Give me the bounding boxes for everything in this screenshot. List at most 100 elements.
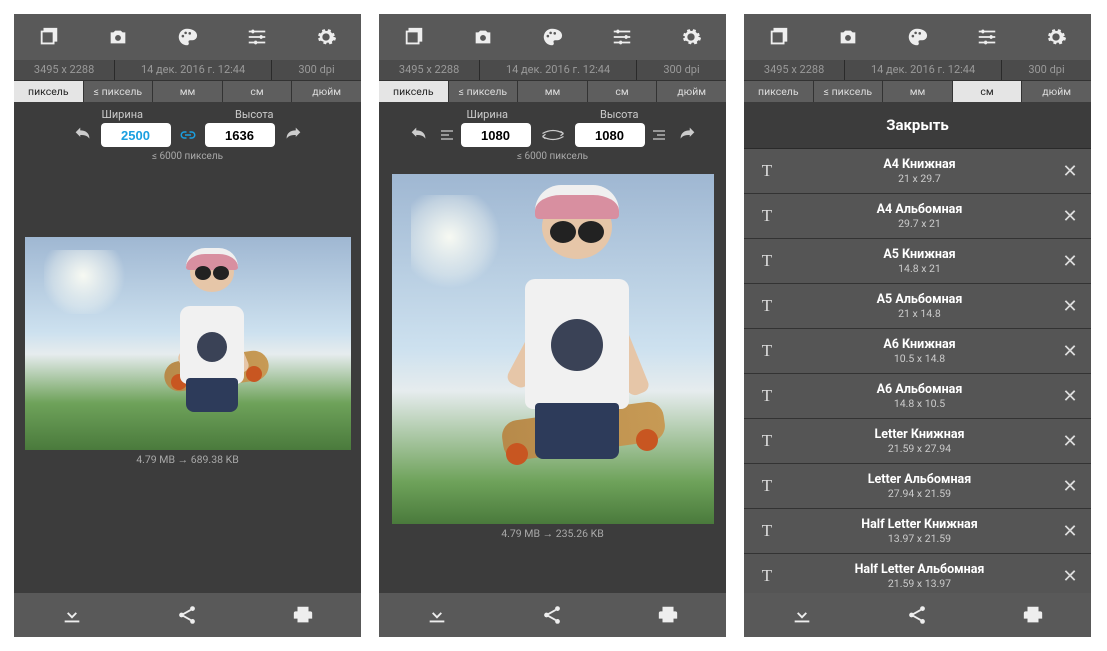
meta-dpi[interactable]: 300 dpi — [1002, 60, 1091, 80]
screen-resize-proportional: 3495 x 2288 14 дек. 2016 г. 12:44 300 dp… — [14, 14, 361, 637]
meta-dpi[interactable]: 300 dpi — [637, 60, 726, 80]
list-item[interactable]: TA6 Альбомная14.8 x 10.5✕ — [744, 374, 1091, 419]
share-icon[interactable] — [906, 604, 928, 626]
height-label: Высота — [600, 108, 639, 121]
redo-button[interactable] — [673, 123, 701, 147]
download-icon[interactable] — [426, 604, 448, 626]
print-icon[interactable] — [292, 604, 314, 626]
text-icon: T — [752, 206, 782, 226]
unit-tab-inch[interactable]: дюйм — [292, 80, 361, 102]
remove-icon[interactable]: ✕ — [1057, 251, 1083, 272]
align-right-icon[interactable] — [649, 125, 669, 145]
camera-icon[interactable] — [107, 26, 129, 48]
unit-tabs: пиксель ≤ пиксель мм см дюйм — [744, 80, 1091, 102]
sliders-icon[interactable] — [246, 26, 268, 48]
unit-tab-maxpixel[interactable]: ≤ пиксель — [449, 80, 519, 102]
redo-button[interactable] — [279, 123, 307, 147]
meta-date[interactable]: 14 дек. 2016 г. 12:44 — [480, 60, 637, 80]
remove-icon[interactable]: ✕ — [1057, 566, 1083, 587]
unit-tab-inch[interactable]: дюйм — [1022, 80, 1091, 102]
palette-icon[interactable] — [176, 26, 198, 48]
preview-image — [25, 237, 351, 450]
size-info: 4.79 MB → 689.38 KB — [136, 453, 239, 466]
gear-icon[interactable] — [315, 26, 337, 48]
topbar — [14, 14, 361, 60]
print-icon[interactable] — [1022, 604, 1044, 626]
undo-button[interactable] — [405, 123, 433, 147]
unit-tab-maxpixel[interactable]: ≤ пиксель — [84, 80, 154, 102]
screen-resize-crop: 3495 x 2288 14 дек. 2016 г. 12:44 300 dp… — [379, 14, 726, 637]
width-label: Ширина — [466, 108, 508, 121]
download-icon[interactable] — [61, 604, 83, 626]
width-input[interactable] — [101, 123, 171, 147]
list-item[interactable]: THalf Letter Книжная13.97 x 21.59✕ — [744, 509, 1091, 554]
remove-icon[interactable]: ✕ — [1057, 341, 1083, 362]
share-icon[interactable] — [176, 604, 198, 626]
unit-tab-mm[interactable]: мм — [153, 80, 223, 102]
meta-row: 3495 x 2288 14 дек. 2016 г. 12:44 300 dp… — [744, 60, 1091, 80]
list-item[interactable]: TA6 Книжная10.5 x 14.8✕ — [744, 329, 1091, 374]
palette-icon[interactable] — [541, 26, 563, 48]
camera-icon[interactable] — [837, 26, 859, 48]
swap-icon[interactable] — [537, 125, 569, 145]
gear-icon[interactable] — [680, 26, 702, 48]
height-input[interactable] — [575, 123, 645, 147]
unit-tab-cm[interactable]: см — [953, 80, 1023, 102]
list-item[interactable]: TLetter Книжная21.59 x 27.94✕ — [744, 419, 1091, 464]
remove-icon[interactable]: ✕ — [1057, 296, 1083, 317]
remove-icon[interactable]: ✕ — [1057, 521, 1083, 542]
unit-tab-inch[interactable]: дюйм — [657, 80, 726, 102]
list-item[interactable]: THalf Letter Альбомная21.59 x 13.97✕ — [744, 554, 1091, 593]
remove-icon[interactable]: ✕ — [1057, 206, 1083, 227]
unit-tab-maxpixel[interactable]: ≤ пиксель — [814, 80, 884, 102]
close-button[interactable]: Закрыть — [744, 102, 1091, 149]
meta-dimensions[interactable]: 3495 x 2288 — [379, 60, 480, 80]
list-item[interactable]: TA5 Альбомная21 x 14.8✕ — [744, 284, 1091, 329]
gallery-icon[interactable] — [38, 26, 60, 48]
list-item[interactable]: TA4 Книжная21 x 29.7✕ — [744, 149, 1091, 194]
unit-tab-pixel[interactable]: пиксель — [744, 80, 814, 102]
download-icon[interactable] — [791, 604, 813, 626]
text-icon: T — [752, 341, 782, 361]
unit-tab-pixel[interactable]: пиксель — [379, 80, 449, 102]
size-info: 4.79 MB → 235.26 KB — [501, 527, 604, 540]
topbar — [379, 14, 726, 60]
meta-dimensions[interactable]: 3495 x 2288 — [14, 60, 115, 80]
preview-image — [392, 174, 714, 524]
align-left-icon[interactable] — [437, 125, 457, 145]
unit-tab-mm[interactable]: мм — [518, 80, 588, 102]
height-input[interactable] — [205, 123, 275, 147]
palette-icon[interactable] — [906, 26, 928, 48]
sliders-icon[interactable] — [611, 26, 633, 48]
gallery-icon[interactable] — [768, 26, 790, 48]
sliders-icon[interactable] — [976, 26, 998, 48]
camera-icon[interactable] — [472, 26, 494, 48]
meta-date[interactable]: 14 дек. 2016 г. 12:44 — [115, 60, 272, 80]
unit-tab-pixel[interactable]: пиксель — [14, 80, 84, 102]
text-icon: T — [752, 476, 782, 496]
list-item[interactable]: TA5 Книжная14.8 x 21✕ — [744, 239, 1091, 284]
undo-button[interactable] — [69, 123, 97, 147]
remove-icon[interactable]: ✕ — [1057, 161, 1083, 182]
text-icon: T — [752, 386, 782, 406]
unit-tab-cm[interactable]: см — [223, 80, 293, 102]
print-icon[interactable] — [657, 604, 679, 626]
remove-icon[interactable]: ✕ — [1057, 386, 1083, 407]
link-aspect-icon[interactable] — [177, 124, 199, 146]
list-item[interactable]: TA4 Альбомная29.7 x 21✕ — [744, 194, 1091, 239]
width-input[interactable] — [461, 123, 531, 147]
remove-icon[interactable]: ✕ — [1057, 476, 1083, 497]
unit-tabs: пиксель ≤ пиксель мм см дюйм — [379, 80, 726, 102]
unit-tab-mm[interactable]: мм — [883, 80, 953, 102]
gallery-icon[interactable] — [403, 26, 425, 48]
limit-label: ≤ 6000 пиксель — [387, 151, 718, 162]
unit-tab-cm[interactable]: см — [588, 80, 658, 102]
preset-size-list: TA4 Книжная21 x 29.7✕ TA4 Альбомная29.7 … — [744, 149, 1091, 593]
meta-dimensions[interactable]: 3495 x 2288 — [744, 60, 845, 80]
list-item[interactable]: TLetter Альбомная27.94 x 21.59✕ — [744, 464, 1091, 509]
share-icon[interactable] — [541, 604, 563, 626]
meta-dpi[interactable]: 300 dpi — [272, 60, 361, 80]
remove-icon[interactable]: ✕ — [1057, 431, 1083, 452]
gear-icon[interactable] — [1045, 26, 1067, 48]
meta-date[interactable]: 14 дек. 2016 г. 12:44 — [845, 60, 1002, 80]
